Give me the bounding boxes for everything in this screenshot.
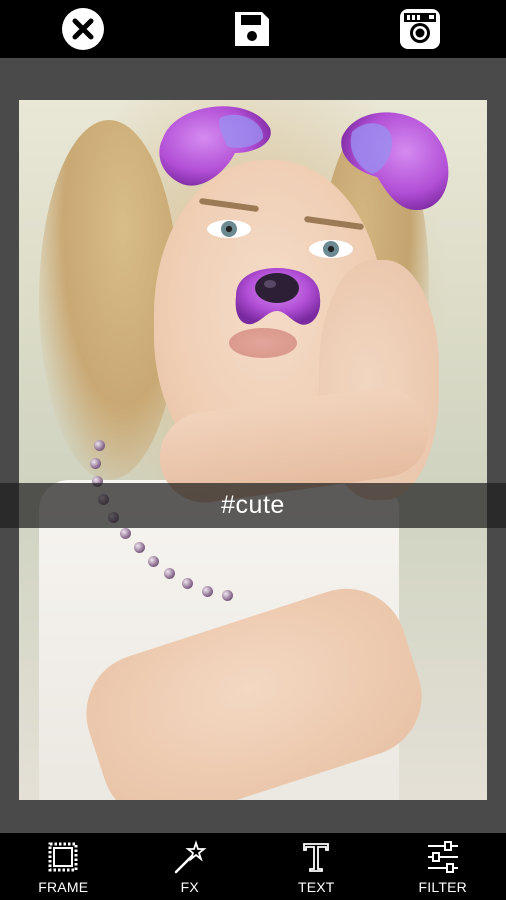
save-disk-icon <box>235 12 269 46</box>
frame-tool-button[interactable]: FRAME <box>0 833 127 900</box>
sliders-icon <box>424 838 462 876</box>
frame-icon <box>44 838 82 876</box>
text-tool-button[interactable]: TEXT <box>253 833 380 900</box>
caption-text[interactable]: #cute <box>221 491 285 520</box>
magic-wand-icon <box>171 838 209 876</box>
filter-tool-label: FILTER <box>418 879 467 895</box>
bottom-toolbar: FRAME FX TEXT FILTER <box>0 833 506 900</box>
caption-bar[interactable]: #cute <box>0 483 506 528</box>
frame-tool-label: FRAME <box>38 879 89 895</box>
photo-lips <box>229 328 297 358</box>
dog-ear-right-sticker[interactable] <box>337 102 455 214</box>
top-toolbar <box>0 0 506 58</box>
filter-tool-button[interactable]: FILTER <box>380 833 506 900</box>
fx-tool-button[interactable]: FX <box>127 833 254 900</box>
text-tool-label: TEXT <box>297 879 335 895</box>
close-circle-icon <box>62 8 104 50</box>
share-instagram-button[interactable] <box>397 6 443 52</box>
dog-nose-sticker[interactable] <box>230 266 324 332</box>
fx-tool-label: FX <box>180 879 199 895</box>
instagram-icon <box>400 9 440 49</box>
editor-canvas: #cute <box>0 58 506 833</box>
photo-eye-left <box>207 220 251 238</box>
save-button[interactable] <box>229 6 275 52</box>
close-button[interactable] <box>60 6 106 52</box>
text-icon <box>297 838 335 876</box>
photo-eye-right <box>309 240 353 258</box>
dog-ear-left-sticker[interactable] <box>155 98 275 193</box>
